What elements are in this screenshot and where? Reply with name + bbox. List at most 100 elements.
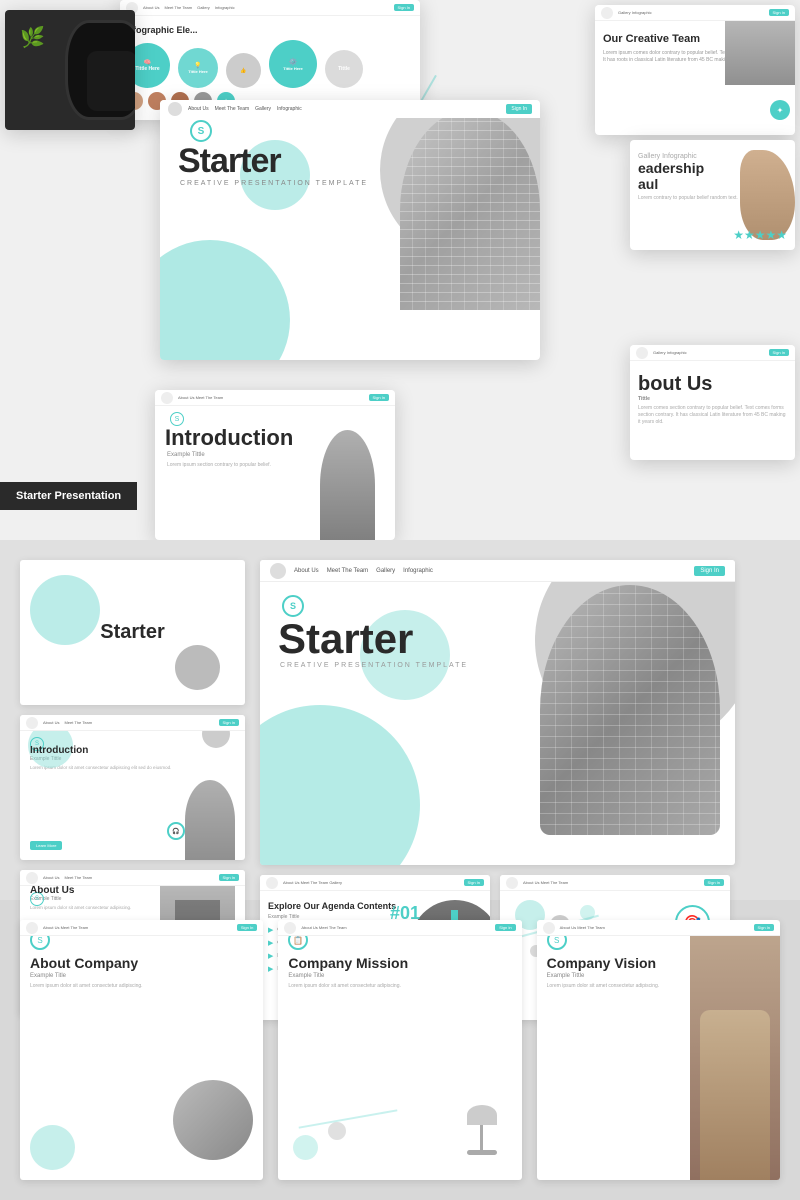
nav-bv-items: About Us Meet The Team [560,925,605,930]
nav-btn-ih[interactable]: Sign In [369,394,389,401]
teal-blob-starter [30,575,100,645]
main-nav-dots [270,563,286,579]
nav-dd-items: About Us Meet The Team [523,880,568,885]
nav-btn-a[interactable]: Sign In [769,349,789,356]
mission-teal-dot [293,1135,318,1160]
nav-dd-btn[interactable]: Sign In [704,879,724,886]
slide-team: Gallery Infographic Sign In Our Creative… [595,5,795,135]
nav-bc-btn[interactable]: Sign In [237,924,257,931]
nav-bm-btn[interactable]: Sign In [495,924,515,931]
slide-leadership: Gallery Infographic eadershipaul Lorem c… [630,140,795,250]
inf-circle-4: ⚙️ Tittle Here [269,40,317,88]
main-nav-gallery: Gallery [376,568,395,574]
main-title: Starter [178,142,281,181]
nav-ag-items: About Us Meet The Team Gallery [283,880,342,885]
mission-body: Lorem ipsum dolor sit amet consectetur a… [288,983,511,990]
team-badge: ✦ [770,100,790,120]
slide-main: About Us Meet The Team Gallery Infograph… [160,100,540,360]
leaf-decoration: 🌿 [20,25,45,50]
thumb-starter: Starter [20,560,245,705]
vision-person [700,1010,770,1180]
thumb-intro-btn[interactable]: Learn More [30,841,62,850]
main-building-lines [540,585,720,835]
main-nav-infographic: Infographic [403,568,433,574]
infographic-title: Infographic Ele... [125,25,415,35]
nav-team: Meet The Team [215,106,250,112]
stars-badge: ★★★★★ [733,228,787,242]
mission-gray-dot [328,1122,346,1140]
building-lines [400,110,540,310]
nav-ti-btn[interactable]: Sign In [219,719,239,726]
nav-aboutus: About Us [188,106,209,112]
thumb-intro-body: Lorem ipsum dolor sit amet consectetur a… [30,765,235,771]
main-large-sub: Creative Presentation Template [280,662,468,669]
nav-item-gallery: Gallery [197,5,210,10]
intro-hero-title: Introduction [165,425,293,451]
intro-s-badge: S [170,412,184,426]
nav-signin[interactable]: Sign In [394,4,414,11]
aboutus-r-title: bout Us [638,373,787,396]
aboutus-r-body: Lorem comes section contrary to popular … [638,405,787,426]
thumb-introduction: About Us Meet The Team Sign In S Introdu… [20,715,245,860]
nav-bv-btn[interactable]: Sign In [754,924,774,931]
nav-dot-bv [543,922,555,934]
nav-dot-main [168,102,182,116]
company-sub: Example Title [30,973,253,979]
main-nav-signin[interactable]: Sign In [694,566,725,576]
watch-screen [87,51,135,111]
slide-aboutus-right: Gallery Infographic Sign In bout Us Titt… [630,345,795,460]
nav-dot-ti [26,717,38,729]
nav-dot-ih [161,392,173,404]
nav-infographic: Infographic [277,106,302,112]
arrow-3: ▶ [268,952,273,960]
nav-item-aboutus: About Us [143,5,159,10]
nav-dot-ag [266,877,278,889]
nav-ta-btn[interactable]: Sign In [219,874,239,881]
bottom-about-company: About Us Meet The Team Sign In S About C… [20,920,263,1180]
main-nav-aboutus: About Us [294,568,319,574]
vision-photo-area [690,920,780,1180]
inf-circle-2: 💡 Tittle Here [178,48,218,88]
nav-ti-2: Meet The Team [64,720,92,725]
nav-signin-main[interactable]: Sign In [506,104,532,114]
arrow-4: ▶ [268,965,273,973]
thumbnails-section: Starter About Us Meet The Team Sign In S… [0,540,800,900]
nav-ti-1: About Us [43,720,59,725]
building-image [400,110,540,310]
main-large-nav: About Us Meet The Team Gallery Infograph… [260,560,735,582]
bottom-mission: About Us Meet The Team Sign In 📋 Company… [278,920,521,1180]
inf-circle-3: 👍 [226,53,261,88]
bottom-vision: About Us Meet The Team Sign In S Company… [537,920,780,1180]
intro-person-silhouette [320,430,375,540]
main-large-title: Starter [278,615,413,663]
mission-title: Company Mission [288,955,511,971]
thumb-intro-person [185,780,235,860]
main-nav-team: Meet The Team [327,568,368,574]
starter-label: Starter Presentation [0,482,137,510]
main-nav-dot [270,563,286,579]
main-s-badge: S [282,595,304,617]
aboutus-r-content: bout Us Tittle Lorem comes section contr… [638,373,787,426]
nav-dot-dd [506,877,518,889]
thumb-starter-title: Starter [100,621,164,644]
teal-circle-large [160,240,290,360]
nav-gallery: Gallery [255,106,271,112]
lamp-neck [480,1125,483,1150]
mission-sub: Example Title [288,973,511,979]
main-subtitle: Creative Presentation Template [180,180,368,187]
nav-dot-bc [26,922,38,934]
lamp-head [467,1105,497,1125]
arrow-1: ▶ [268,926,273,934]
nav-ta-1: About Us [43,875,59,880]
nav-dot-ta [26,872,38,884]
nav-label-ih: About Us Meet The Team [178,395,223,400]
lamp-base [467,1150,497,1155]
company-body: Lorem ipsum dolor sit amet consectetur a… [30,983,253,990]
company-photo-img [173,1080,253,1160]
nav-dot-t [601,7,613,19]
nav-label-a: Gallery Infographic [653,350,687,355]
nav-ag-btn[interactable]: Sign In [464,879,484,886]
watch-image [65,20,135,120]
nav-btn-t[interactable]: Sign In [769,9,789,16]
nav-dot-a [636,347,648,359]
